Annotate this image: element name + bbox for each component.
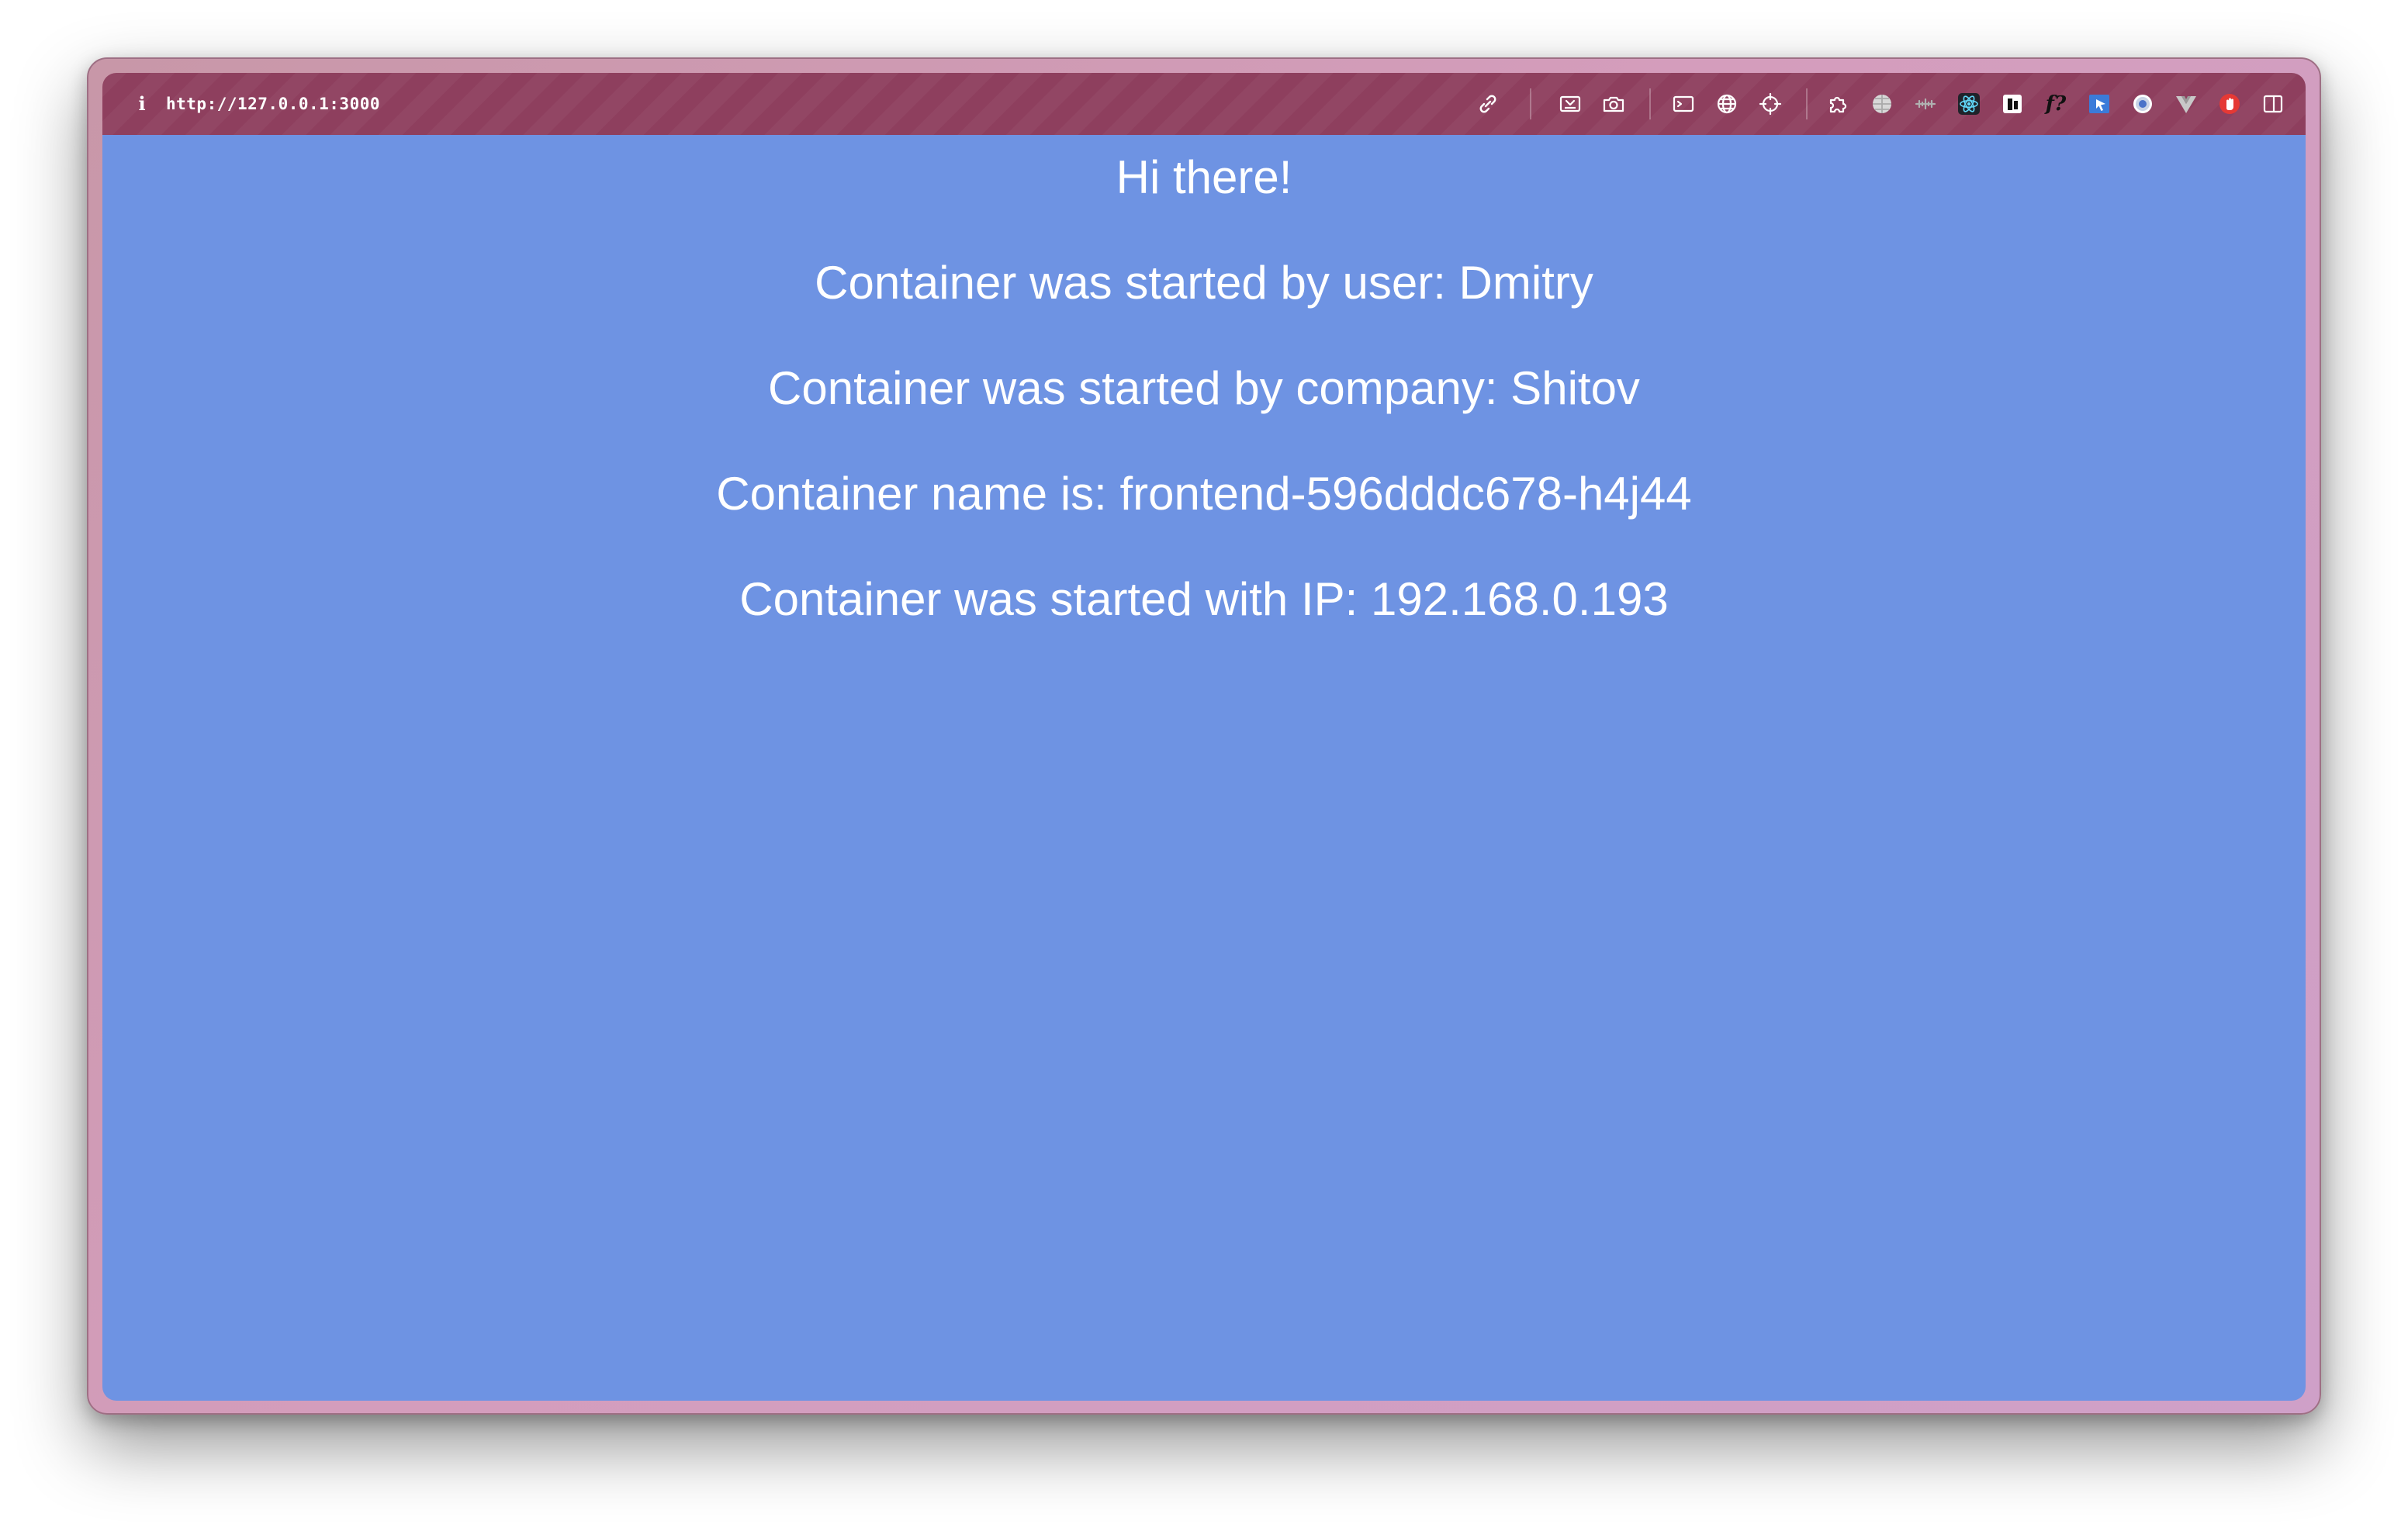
globe-icon[interactable] [1713,90,1741,118]
toolbar-separator [1806,88,1808,119]
greeting-text: Hi there! [1116,151,1292,203]
hand-stop-icon[interactable] [2216,90,2244,118]
page-content: Hi there! Container was started by user:… [102,135,2306,1401]
crosshair-icon[interactable] [1756,90,1784,118]
toolbar-separator [1530,88,1531,119]
cursor-icon[interactable] [2085,90,2113,118]
container-name-text: Container name is: frontend-596dddc678-h… [716,468,1692,520]
company-info-text: Container was started by company: Shitov [768,362,1640,414]
puzzle-icon[interactable] [1825,90,1853,118]
browser-frame: i http://127.0.0.1:3000 f? Hi there! Con… [102,73,2306,1401]
container-ip-text: Container was started with IP: 192.168.0… [739,573,1669,625]
link-icon[interactable] [1474,90,1502,118]
ruler-icon[interactable] [1912,90,1939,118]
camera-icon[interactable] [1600,90,1628,118]
react-icon[interactable] [1955,90,1983,118]
terminal-icon[interactable] [1669,90,1697,118]
sidebar-icon[interactable] [2259,90,2287,118]
chrome-icon[interactable] [2129,90,2157,118]
notion-icon[interactable] [1998,90,2026,118]
user-info-text: Container was started by user: Dmitry [815,257,1593,309]
function-icon-label: f? [2045,92,2067,116]
function-icon[interactable]: f? [2042,90,2070,118]
browser-toolbar: i http://127.0.0.1:3000 f? [102,73,2306,135]
toolbar-separator [1649,88,1651,119]
address-bar-url[interactable]: http://127.0.0.1:3000 [166,92,380,116]
vue-icon[interactable] [2172,90,2200,118]
world-icon[interactable] [1868,90,1896,118]
browser-window: i http://127.0.0.1:3000 f? Hi there! Con… [87,57,2321,1415]
screenshot-area-icon[interactable] [1556,90,1584,118]
info-icon[interactable]: i [130,92,154,115]
